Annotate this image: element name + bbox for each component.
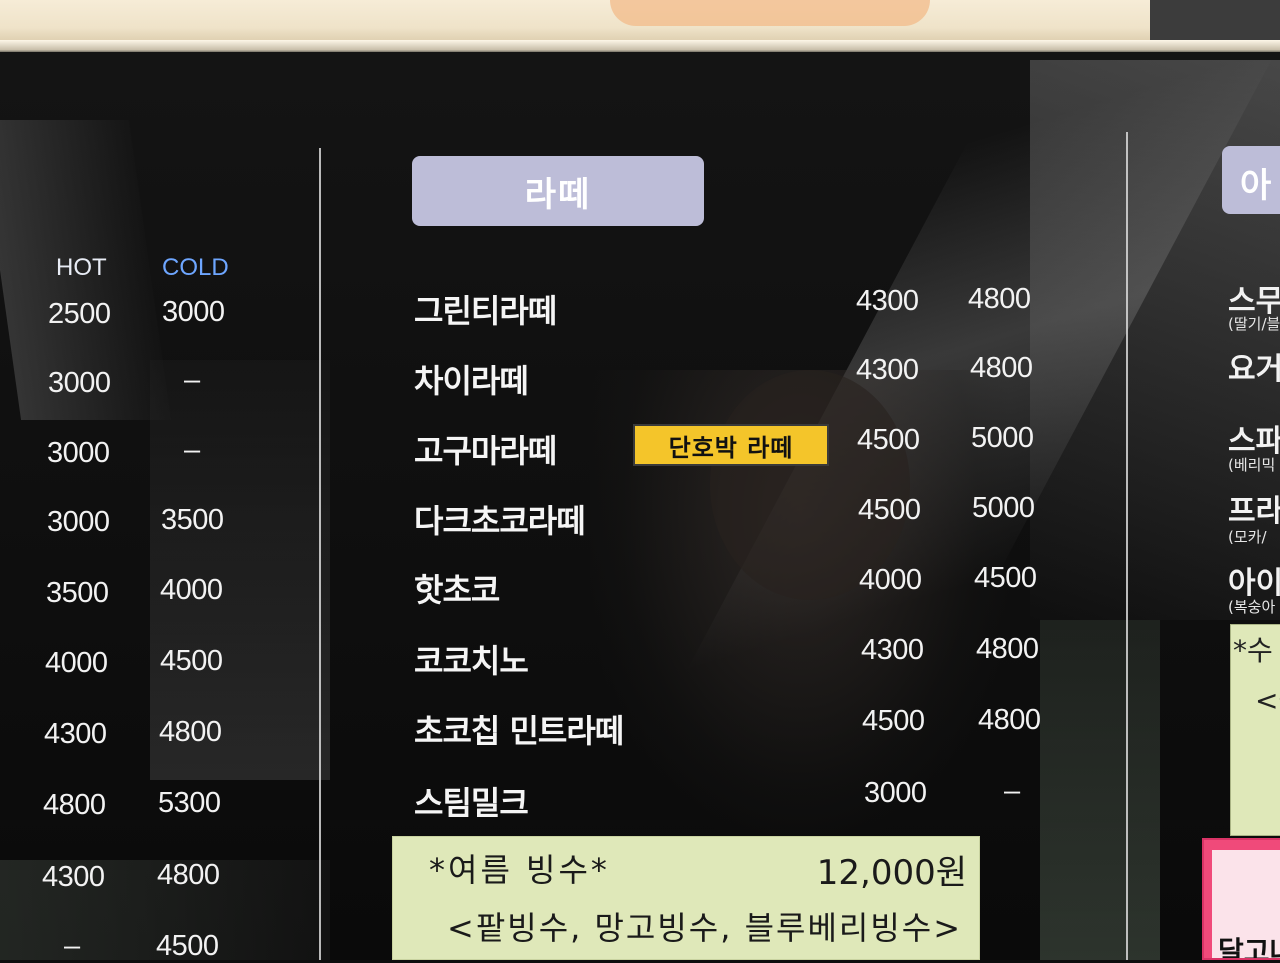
right-item-sub: (모카/ — [1228, 528, 1267, 546]
menu-item-cold-price: 4800 — [976, 633, 1039, 665]
pink-sign: 달고나 — [1202, 838, 1280, 960]
summer-bingsu-note: *여름 빙수* 12,000원 <팥빙수, 망고빙수, 블루베리빙수> — [392, 836, 980, 960]
right-handwritten-note: *수 <블 — [1230, 624, 1280, 836]
menu-item-cold-price: 4800 — [978, 704, 1041, 736]
left-cold-price: 4500 — [160, 645, 223, 677]
menu-item-cold-price: 5000 — [972, 492, 1035, 524]
menu-item-cold-price: 4800 — [970, 352, 1033, 384]
left-hot-price: 3000 — [47, 506, 110, 538]
left-hot-price: – — [64, 930, 80, 962]
summer-note-title: *여름 빙수* — [429, 851, 610, 889]
menu-item-name: 차이라떼 — [414, 362, 529, 400]
left-hot-price: 2500 — [48, 298, 111, 330]
left-cold-price: 5300 — [158, 787, 221, 819]
left-cold-price: 4800 — [159, 716, 222, 748]
menu-item-name: 다크초코라떼 — [414, 502, 586, 540]
right-note-line: *수 — [1233, 634, 1273, 667]
left-hot-price: 4300 — [44, 718, 107, 750]
left-cold-price: 3500 — [161, 504, 224, 536]
menu-item-name: 그린티라떼 — [414, 292, 557, 330]
latte-section-title: 라떼 — [412, 156, 704, 226]
menu-item-hot-price: 4300 — [856, 354, 919, 386]
menu-item-hot-price: 4500 — [857, 424, 920, 456]
right-item-name: 요거 — [1228, 352, 1280, 387]
right-note-line: <블 — [1255, 684, 1280, 717]
right-item-sub: (딸기/블 — [1228, 315, 1280, 333]
hot-header: HOT — [56, 254, 107, 281]
left-hot-price: 3500 — [46, 577, 109, 609]
menu-item-hot-price: 4000 — [859, 564, 922, 596]
left-cold-price: 4500 — [156, 930, 219, 962]
menu-item-hot-price: 4500 — [862, 705, 925, 737]
menu-item-hot-price: 3000 — [864, 777, 927, 809]
pink-sign-inner: 달고나 — [1212, 850, 1280, 960]
cold-header: COLD — [162, 254, 229, 281]
menu-item-hot-price: 4300 — [861, 634, 924, 666]
top-frame-decoration — [610, 0, 930, 26]
left-hot-price: 4800 — [43, 789, 106, 821]
left-hot-price: 4000 — [45, 647, 108, 679]
menu-item-cold-price: 5000 — [971, 422, 1034, 454]
left-cold-price: 4000 — [160, 574, 223, 606]
pink-sign-text: 달고나 — [1218, 935, 1280, 960]
column-divider — [1126, 132, 1128, 960]
left-cold-price: – — [184, 434, 200, 466]
right-section-title-text: 아 — [1240, 166, 1272, 206]
right-item-sub: (베리믹 — [1228, 456, 1276, 474]
summer-note-items: <팥빙수, 망고빙수, 블루베리빙수> — [447, 909, 963, 947]
right-section-title: 아 — [1222, 146, 1280, 214]
menu-item-hot-price: 4500 — [858, 494, 921, 526]
left-cold-price: 3000 — [162, 296, 225, 328]
sticker-text: 단호박 라떼 — [668, 433, 794, 462]
menu-item-cold-price: – — [1004, 775, 1020, 807]
summer-note-price: 12,000원 — [816, 853, 967, 893]
menu-item-name: 초코칩 민트라떼 — [414, 712, 624, 750]
left-cold-price: 4800 — [157, 859, 220, 891]
menu-item-name: 핫초코 — [414, 571, 500, 609]
menu-item-name: 고구마라떼 — [414, 432, 557, 470]
menu-item-cold-price: 4800 — [968, 283, 1031, 315]
menu-item-cold-price: 4500 — [974, 562, 1037, 594]
menu-item-hot-price: 4300 — [856, 285, 919, 317]
left-hot-price: 3000 — [48, 367, 111, 399]
latte-section-title-text: 라떼 — [524, 174, 592, 215]
left-hot-price: 3000 — [47, 437, 110, 469]
menu-item-sticker: 단호박 라떼 — [633, 424, 829, 466]
menu-item-name: 코코치노 — [414, 642, 529, 680]
left-cold-price: – — [184, 364, 200, 396]
left-hot-price: 4300 — [42, 861, 105, 893]
column-divider — [319, 148, 321, 960]
right-item-sub: (복숭아 — [1228, 598, 1276, 616]
menu-item-name: 스팀밀크 — [414, 784, 529, 822]
right-item-name: 프라 — [1228, 494, 1280, 529]
